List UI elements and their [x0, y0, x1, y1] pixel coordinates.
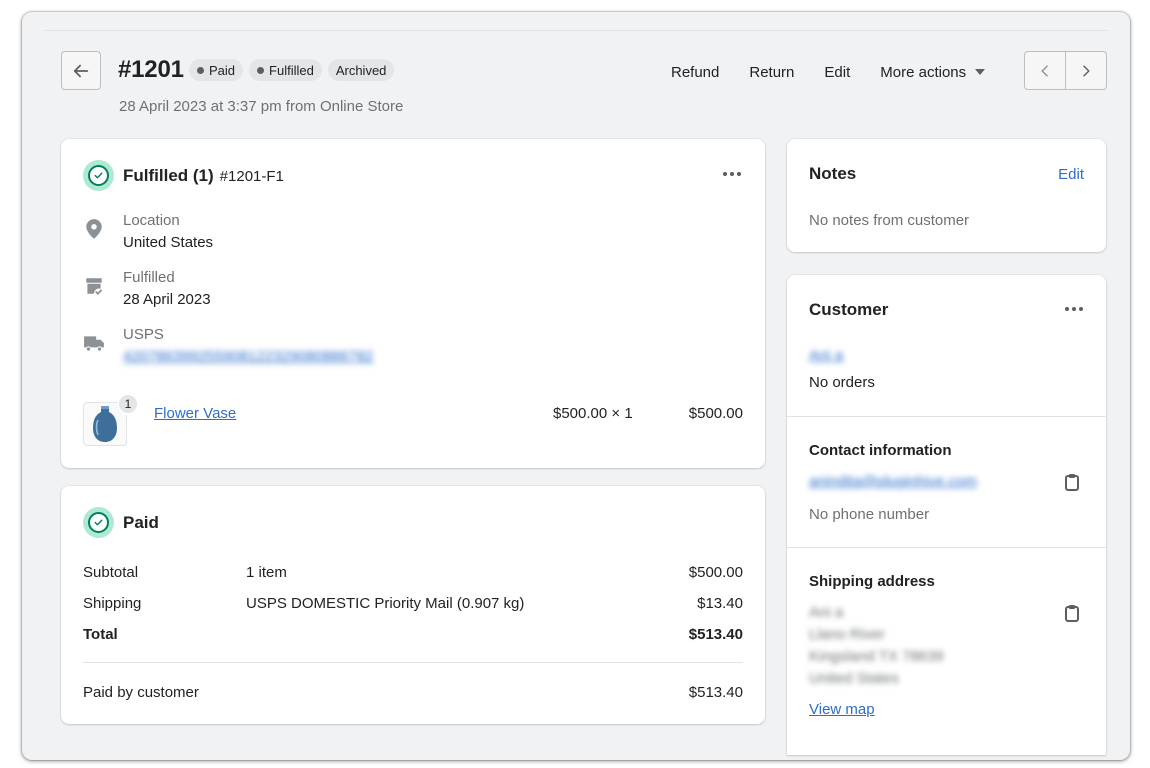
copy-address-icon[interactable] — [1062, 603, 1082, 623]
notes-text: No notes from customer — [809, 212, 970, 229]
notes-card: Notes Edit No notes from customer — [787, 139, 1106, 252]
address-line: United States — [809, 670, 900, 687]
badge-label: Paid — [209, 62, 236, 78]
order-subtitle: 28 April 2023 at 3:37 pm from Online Sto… — [119, 98, 404, 115]
fulfillment-heading: Fulfilled (1) #1201-F1 — [123, 166, 284, 186]
customer-card: Customer Ani a No orders Contact informa… — [787, 275, 1106, 755]
subtotal-label: Subtotal — [83, 564, 139, 581]
package-check-icon — [86, 278, 103, 295]
shipping-value: $13.40 — [697, 595, 743, 612]
payment-divider — [83, 662, 743, 663]
arrow-left-icon — [73, 64, 89, 77]
fulfillment-title: Fulfilled (1) — [123, 166, 214, 185]
location-value: United States — [123, 234, 214, 251]
next-order-button[interactable] — [1065, 52, 1106, 89]
customer-phone: No phone number — [809, 506, 930, 523]
customer-divider — [787, 547, 1106, 548]
total-value: $513.40 — [688, 626, 743, 643]
total-label: Total — [83, 626, 118, 643]
fulfillment-id: #1201-F1 — [219, 168, 284, 185]
fulfillment-more-button[interactable] — [721, 168, 743, 180]
shipping-desc: USPS DOMESTIC Priority Mail (0.907 kg) — [246, 595, 525, 612]
fulfilled-label: Fulfilled — [123, 269, 175, 286]
total-row: Total $513.40 — [83, 626, 743, 646]
shipping-address-title: Shipping address — [809, 573, 935, 590]
fulfillment-card: Fulfilled (1) #1201-F1 Location United St… — [61, 139, 765, 468]
paid-by-row: Paid by customer $513.40 — [83, 684, 743, 704]
location-pin-icon — [86, 219, 102, 239]
check-circle-icon — [83, 160, 114, 191]
caret-down-icon — [975, 69, 986, 75]
carrier-label: USPS — [123, 326, 164, 343]
quantity-badge: 1 — [117, 393, 139, 415]
top-divider — [44, 30, 1108, 31]
address-line: Llano River — [809, 626, 885, 643]
notes-edit-button[interactable]: Edit — [1058, 166, 1084, 183]
shipping-row: Shipping USPS DOMESTIC Priority Mail (0.… — [83, 595, 743, 615]
truck-icon — [84, 336, 104, 352]
shipping-label: Shipping — [83, 595, 142, 612]
previous-order-button[interactable] — [1025, 52, 1065, 89]
customer-orders: No orders — [809, 374, 875, 391]
payment-card: Paid Subtotal 1 item $500.00 Shipping US… — [61, 486, 765, 724]
subtotal-desc: 1 item — [246, 564, 287, 581]
chevron-right-icon — [1083, 64, 1090, 77]
notes-title: Notes — [809, 164, 857, 183]
dot-icon — [197, 66, 204, 74]
customer-divider — [787, 416, 1106, 417]
vase-image — [93, 406, 117, 442]
customer-more-button[interactable] — [1063, 303, 1085, 315]
fulfilled-date: 28 April 2023 — [123, 291, 211, 308]
location-label: Location — [123, 212, 180, 229]
customer-name-link[interactable]: Ani a — [809, 347, 843, 364]
back-button[interactable] — [61, 51, 101, 90]
order-number: #1201 — [118, 56, 184, 83]
product-link[interactable]: Flower Vase — [154, 405, 236, 422]
address-line: Kingsland TX 78639 — [809, 648, 944, 665]
product-line-total: $500.00 — [688, 405, 743, 422]
status-badge-fulfilled: Fulfilled — [249, 59, 322, 81]
more-actions-label: More actions — [880, 63, 967, 81]
customer-email-link[interactable]: anindita@pluginhive.com — [809, 473, 977, 490]
dot-icon — [257, 66, 265, 74]
paid-by-value: $513.40 — [688, 684, 743, 701]
copy-email-icon[interactable] — [1062, 472, 1082, 492]
app-window: #1201 Paid Fulfilled Archived 28 April 2… — [22, 12, 1130, 760]
badge-label: Fulfilled — [269, 62, 314, 78]
header-actions: Refund Return Edit More actions — [656, 62, 1000, 82]
product-unit-price: $500.00 × 1 — [553, 405, 633, 422]
view-map-link[interactable]: View map — [809, 701, 875, 718]
paid-by-label: Paid by customer — [83, 684, 199, 701]
badge-label: Archived — [335, 62, 387, 78]
status-badge-paid: Paid — [189, 59, 244, 81]
contact-title: Contact information — [809, 442, 952, 459]
return-button[interactable]: Return — [734, 62, 809, 82]
subtotal-row: Subtotal 1 item $500.00 — [83, 564, 743, 584]
payment-title: Paid — [123, 513, 159, 532]
check-circle-icon — [83, 507, 114, 538]
edit-button[interactable]: Edit — [809, 62, 865, 82]
subtotal-value: $500.00 — [688, 564, 743, 581]
chevron-left-icon — [1041, 64, 1048, 77]
status-badges: Paid Fulfilled Archived — [189, 59, 395, 81]
refund-button[interactable]: Refund — [656, 62, 734, 82]
more-actions-button[interactable]: More actions — [865, 62, 1000, 82]
status-badge-archived: Archived — [327, 59, 395, 81]
order-pager — [1024, 51, 1107, 90]
address-line: Ani a — [809, 604, 844, 621]
tracking-number-link[interactable]: 420786399255908122329080886782 — [123, 348, 373, 365]
customer-title: Customer — [809, 300, 889, 319]
